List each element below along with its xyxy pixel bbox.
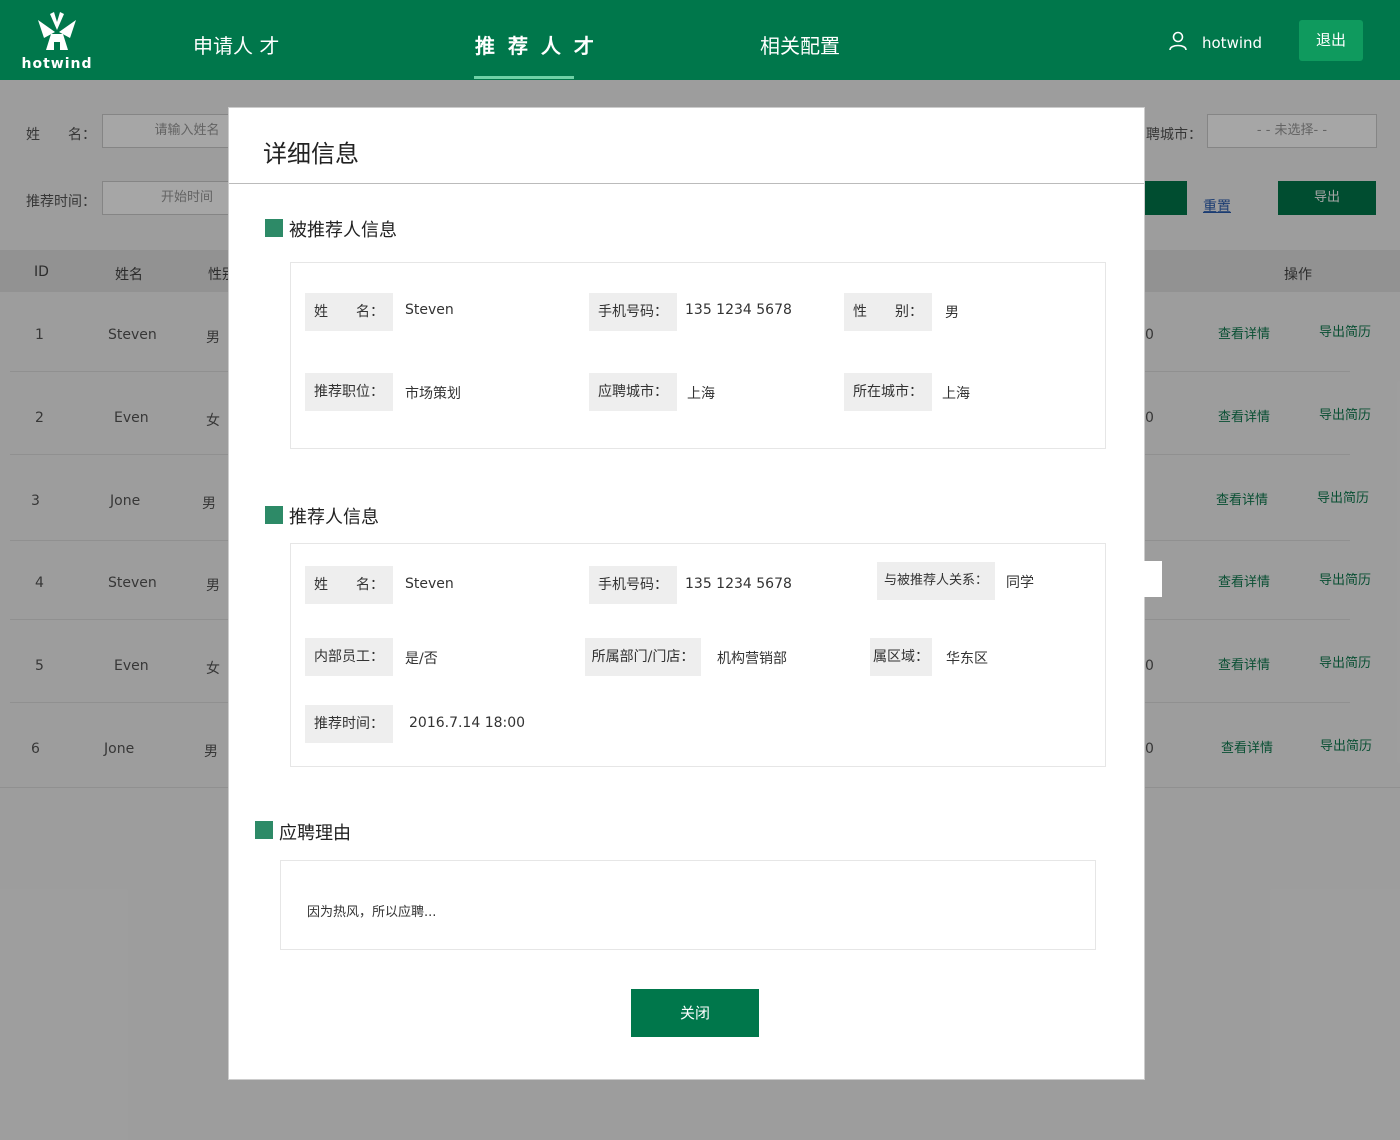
reason-box: 因为热风，所以应聘... — [280, 860, 1096, 950]
user-icon — [1169, 31, 1187, 51]
logo-text: hotwind — [21, 56, 93, 72]
modal-title: 详细信息 — [263, 140, 359, 168]
referee-position-value: 市场策划 — [405, 386, 461, 402]
referrer-time-label: 推荐时间： — [305, 705, 393, 743]
detail-modal: 详细信息 被推荐人信息 姓 名： Steven 手机号码： 135 1234 5… — [228, 107, 1145, 1080]
referrer-region-label: 属区域： — [870, 638, 932, 676]
referee-apply-city-value: 上海 — [687, 386, 715, 402]
referrer-dept-label: 所属部门/门店： — [585, 638, 701, 676]
nav-config[interactable]: 相关配置 — [760, 30, 840, 80]
nav-referrals[interactable]: 推 荐 人 才 — [475, 30, 597, 80]
referrer-dept-value: 机构营销部 — [717, 651, 787, 667]
referrer-time-value: 2016.7.14 18:00 — [409, 715, 526, 731]
referrer-internal-label: 内部员工： — [305, 638, 393, 676]
section-marker-icon — [255, 821, 273, 839]
referrer-info-box: 姓 名： Steven 手机号码： 135 1234 5678 与被推荐人关系：… — [290, 543, 1106, 767]
nav-active-indicator — [474, 76, 574, 79]
logout-button[interactable]: 退出 — [1299, 20, 1363, 61]
referee-apply-city-label: 应聘城市： — [589, 373, 677, 411]
section-referee-title: 被推荐人信息 — [289, 220, 397, 241]
section-marker-icon — [265, 219, 283, 237]
referee-current-city-label: 所在城市： — [844, 373, 932, 411]
referee-name-value: Steven — [405, 302, 454, 318]
referee-position-label: 推荐职位： — [305, 373, 393, 411]
windmill-icon — [38, 12, 76, 50]
referrer-relation-label: 与被推荐人关系： — [877, 562, 995, 600]
section-referrer-title: 推荐人信息 — [289, 507, 379, 528]
hotwind-logo[interactable]: hotwind — [20, 10, 94, 74]
section-reason-title: 应聘理由 — [279, 823, 351, 844]
modal-divider — [229, 183, 1144, 184]
referrer-phone-value: 135 1234 5678 — [685, 576, 792, 592]
referrer-name-value: Steven — [405, 576, 454, 592]
section-marker-icon — [265, 506, 283, 524]
referee-info-box: 姓 名： Steven 手机号码： 135 1234 5678 性 别： 男 推… — [290, 262, 1106, 449]
referee-name-label: 姓 名： — [305, 293, 393, 331]
referee-phone-value: 135 1234 5678 — [685, 302, 792, 318]
referrer-name-label: 姓 名： — [305, 566, 393, 604]
nav-applicants[interactable]: 申请人 才 — [193, 30, 279, 80]
render-artifact — [1106, 561, 1162, 597]
referee-phone-label: 手机号码： — [589, 293, 677, 331]
top-header: hotwind 申请人 才 推 荐 人 才 相关配置 hotwind 退出 — [0, 0, 1400, 80]
referee-gender-label: 性 别： — [844, 293, 932, 331]
referrer-internal-value: 是/否 — [405, 651, 438, 667]
referrer-phone-label: 手机号码： — [589, 566, 677, 604]
close-button[interactable]: 关闭 — [631, 989, 759, 1037]
referrer-relation-value: 同学 — [1006, 575, 1034, 591]
referrer-region-value: 华东区 — [946, 651, 988, 667]
reason-text: 因为热风，所以应聘... — [307, 905, 437, 920]
username: hotwind — [1202, 34, 1263, 52]
referee-current-city-value: 上海 — [942, 386, 970, 402]
referee-gender-value: 男 — [945, 305, 959, 321]
